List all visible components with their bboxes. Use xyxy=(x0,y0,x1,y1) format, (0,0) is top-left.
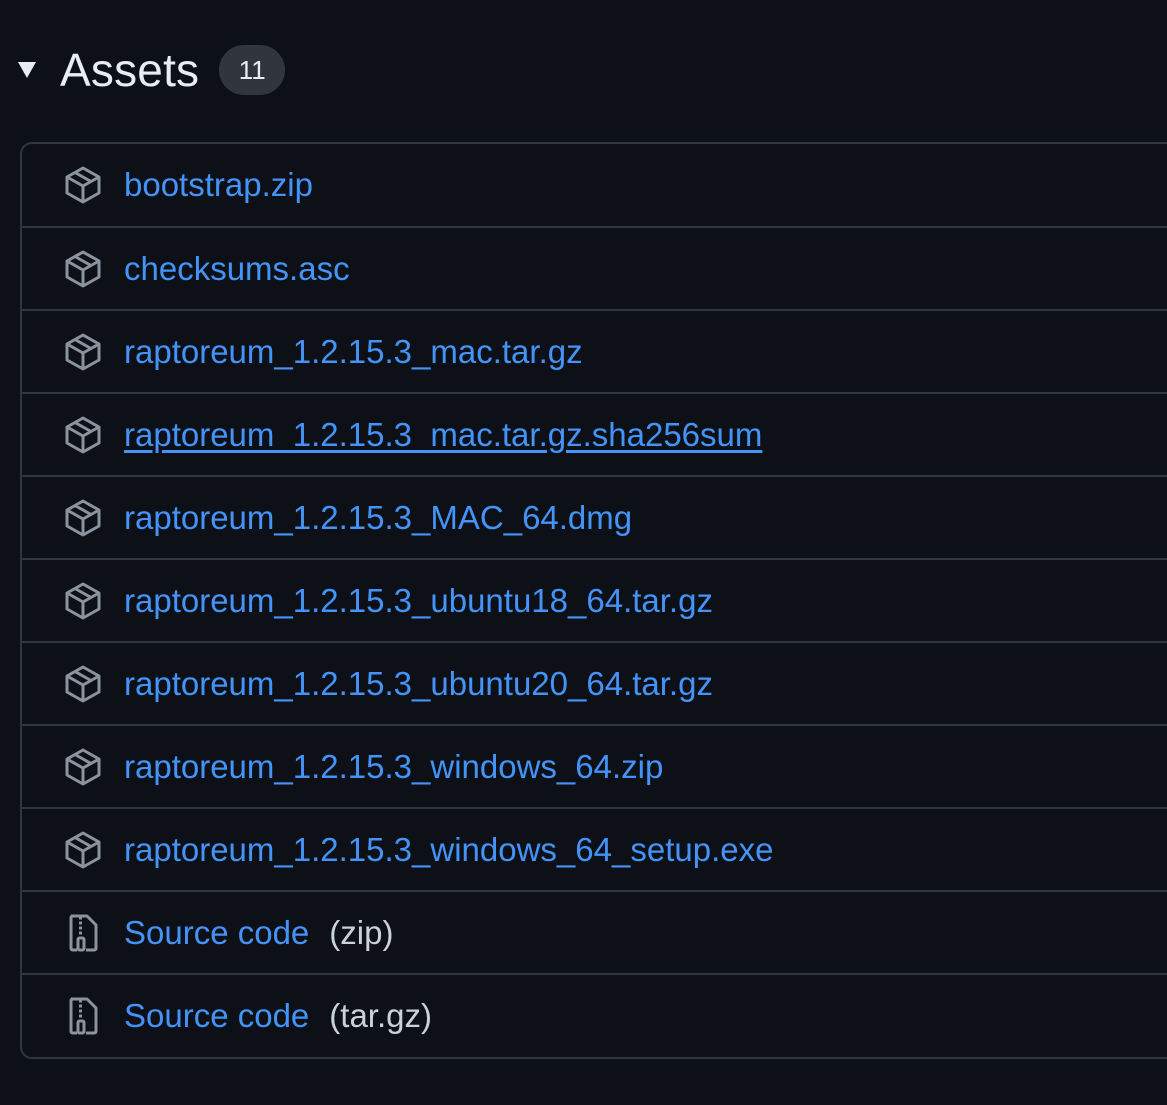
asset-row: raptoreum_1.2.15.3_windows_64.zip xyxy=(22,724,1167,807)
package-icon xyxy=(65,582,101,619)
asset-link-ubuntu20[interactable]: raptoreum_1.2.15.3_ubuntu20_64.tar.gz xyxy=(124,665,713,703)
assets-header[interactable]: Assets 11 xyxy=(18,40,286,100)
asset-link-mac-dmg[interactable]: raptoreum_1.2.15.3_MAC_64.dmg xyxy=(124,499,632,537)
asset-link-bootstrap-zip[interactable]: bootstrap.zip xyxy=(124,166,313,204)
caret-down-icon[interactable] xyxy=(18,62,36,78)
asset-row: bootstrap.zip xyxy=(22,144,1167,226)
asset-link-windows-zip[interactable]: raptoreum_1.2.15.3_windows_64.zip xyxy=(124,748,663,786)
asset-link-windows-setup-exe[interactable]: raptoreum_1.2.15.3_windows_64_setup.exe xyxy=(124,831,773,869)
asset-link-ubuntu18[interactable]: raptoreum_1.2.15.3_ubuntu18_64.tar.gz xyxy=(124,582,713,620)
asset-row: raptoreum_1.2.15.3_ubuntu20_64.tar.gz xyxy=(22,641,1167,724)
asset-row: Source code (tar.gz) xyxy=(22,973,1167,1057)
package-icon xyxy=(65,499,101,536)
package-icon xyxy=(65,748,101,785)
asset-link-mac-sha256sum[interactable]: raptoreum_1.2.15.3_mac.tar.gz.sha256sum xyxy=(124,416,762,454)
asset-row: Source code (zip) xyxy=(22,890,1167,973)
source-code-format: (tar.gz) xyxy=(329,997,432,1034)
asset-row: checksums.asc xyxy=(22,226,1167,309)
asset-row: raptoreum_1.2.15.3_mac.tar.gz.sha256sum xyxy=(22,392,1167,475)
assets-list: bootstrap.zip checksums.asc raptoreum_1.… xyxy=(20,142,1167,1059)
releases-page: Assets 11 bootstrap.zip checksums.asc ra… xyxy=(0,0,1167,1105)
source-code-tar-gz-link[interactable]: Source code xyxy=(124,997,309,1035)
file-zip-icon xyxy=(69,997,98,1035)
asset-link-mac-tar-gz[interactable]: raptoreum_1.2.15.3_mac.tar.gz xyxy=(124,333,583,371)
asset-link-checksums-asc[interactable]: checksums.asc xyxy=(124,250,350,288)
package-icon xyxy=(65,665,101,702)
asset-row: raptoreum_1.2.15.3_windows_64_setup.exe xyxy=(22,807,1167,890)
source-code-format: (zip) xyxy=(329,913,394,951)
asset-row: raptoreum_1.2.15.3_mac.tar.gz xyxy=(22,309,1167,392)
asset-row: raptoreum_1.2.15.3_ubuntu18_64.tar.gz xyxy=(22,558,1167,641)
assets-title: Assets xyxy=(60,44,200,96)
source-code-zip-link[interactable]: Source code xyxy=(124,914,309,952)
asset-row: raptoreum_1.2.15.3_MAC_64.dmg xyxy=(22,475,1167,558)
package-icon xyxy=(65,416,101,453)
package-icon xyxy=(65,250,101,287)
assets-count-badge: 11 xyxy=(219,45,286,95)
package-icon xyxy=(65,166,101,204)
file-zip-icon xyxy=(69,914,98,951)
package-icon xyxy=(65,831,101,868)
package-icon xyxy=(65,333,101,370)
